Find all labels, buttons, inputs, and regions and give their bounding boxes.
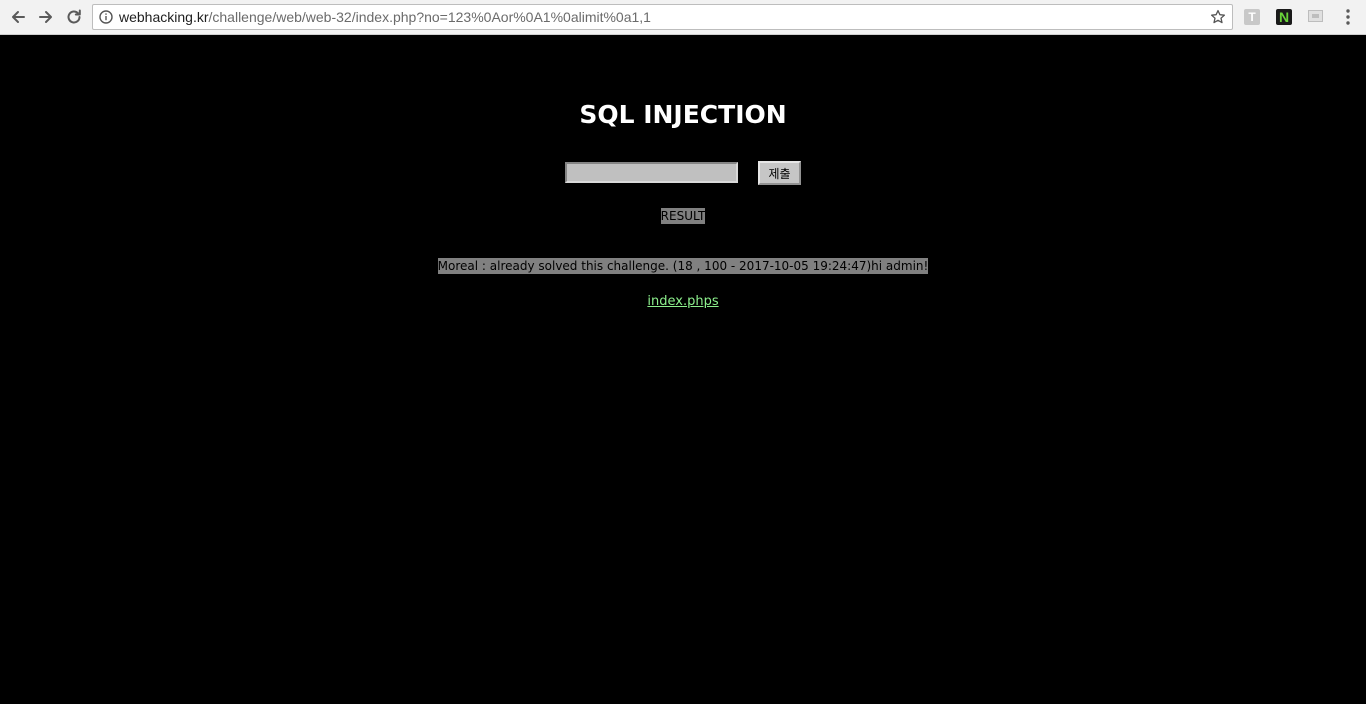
bookmark-star-icon[interactable] xyxy=(1210,9,1226,25)
forward-arrow-icon xyxy=(39,11,52,23)
result-message: Moreal : already solved this challenge. … xyxy=(0,258,1366,274)
query-input[interactable] xyxy=(565,162,738,183)
source-link[interactable]: index.phps xyxy=(647,294,718,309)
extension-mail-icon[interactable] xyxy=(1308,10,1323,22)
source-link-container: index.phps xyxy=(0,294,1366,309)
page-title: SQL INJECTION xyxy=(579,100,787,129)
extension-n-icon[interactable]: N xyxy=(1276,9,1292,25)
submit-button[interactable]: 제출 xyxy=(758,161,801,185)
url-host: webhacking.kr xyxy=(119,9,209,25)
result-heading: RESULT xyxy=(0,208,1366,224)
reload-button[interactable] xyxy=(63,6,85,28)
page-content: SQL INJECTION 제출 RESULT Moreal : already… xyxy=(0,36,1366,704)
info-icon[interactable] xyxy=(99,10,113,24)
back-arrow-icon xyxy=(12,11,25,23)
reload-icon xyxy=(67,9,81,24)
url-path: /challenge/web/web-32/index.php?no=123%0… xyxy=(208,9,651,25)
url-text[interactable]: webhacking.kr/challenge/web/web-32/index… xyxy=(119,9,651,25)
browser-menu-icon[interactable] xyxy=(1340,8,1356,26)
browser-toolbar: webhacking.kr/challenge/web/web-32/index… xyxy=(0,0,1366,35)
forward-button[interactable] xyxy=(35,6,57,28)
back-button[interactable] xyxy=(7,6,29,28)
result-label: RESULT xyxy=(660,208,706,224)
result-message-text: Moreal : already solved this challenge. … xyxy=(437,258,929,274)
extension-t-icon[interactable]: T xyxy=(1244,9,1260,25)
address-bar[interactable]: webhacking.kr/challenge/web/web-32/index… xyxy=(92,4,1233,30)
